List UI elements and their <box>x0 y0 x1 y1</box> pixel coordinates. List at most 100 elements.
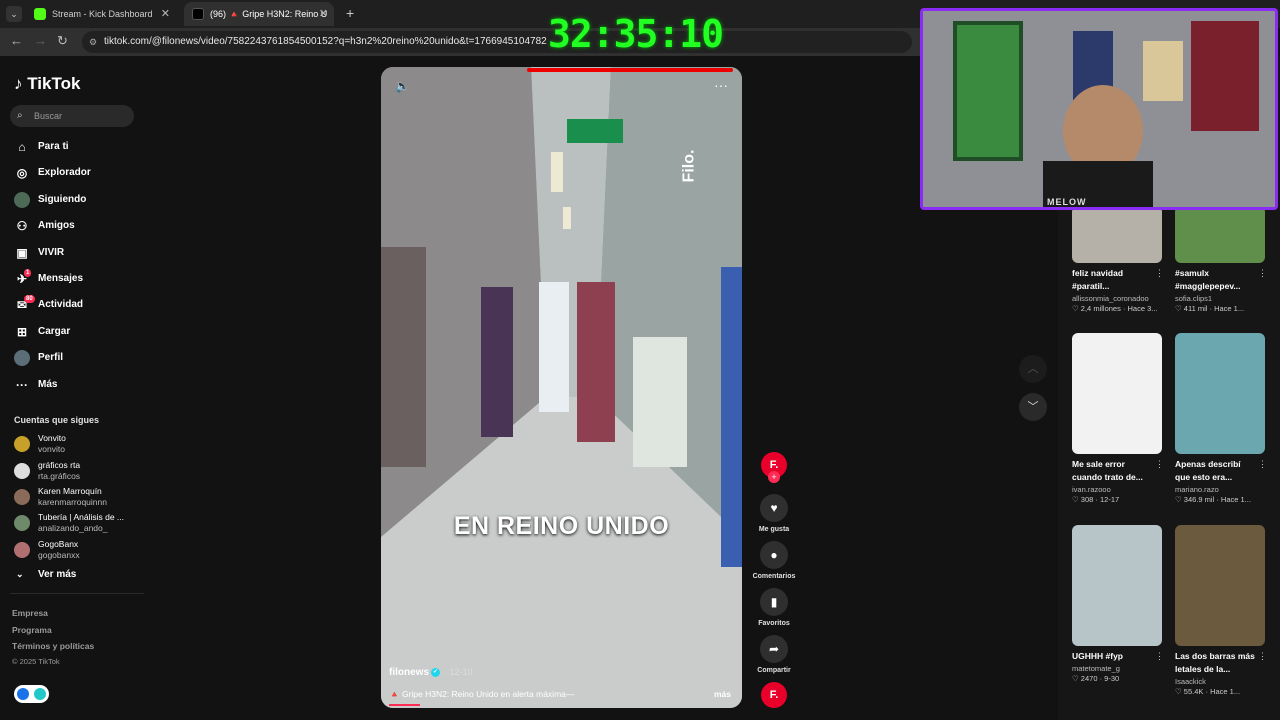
footer-link-empresa[interactable]: Empresa <box>12 608 48 618</box>
more-icon[interactable]: ⋮ <box>1258 459 1267 470</box>
nav-siguiendo[interactable]: Siguiendo <box>14 190 144 210</box>
chevron-down-icon: ⌄ <box>16 569 24 579</box>
heart-icon: ♥ <box>760 494 788 522</box>
video-caption-overlay: EN REINO UNIDO <box>453 512 670 540</box>
video-thumbnail <box>1072 333 1162 454</box>
forward-icon[interactable]: → <box>34 33 47 48</box>
video-top-progress <box>527 68 733 72</box>
tab-search-menu[interactable]: ⌄ <box>6 6 22 22</box>
messages-badge: 1 <box>24 269 32 277</box>
upload-icon: ⊞ <box>16 325 28 339</box>
video-player[interactable]: 🔈 ··· Filo. EN REINO UNIDO filonews ✓ · 12… <box>381 67 742 708</box>
close-tab-icon[interactable]: ✕ <box>161 2 170 26</box>
ver-mas-button[interactable]: ⌄ Ver más <box>14 569 76 580</box>
nav-vivir[interactable]: ▣ VIVIR <box>14 243 144 263</box>
chevron-down-icon: ﹀ <box>1027 401 1039 413</box>
more-description-button[interactable]: más <box>714 689 731 699</box>
nav-cargar[interactable]: ⊞ Cargar <box>14 322 144 342</box>
comments-button[interactable]: ● Comentarios <box>750 541 798 580</box>
next-video-button[interactable]: ﹀ <box>1019 393 1047 421</box>
recommended-video-card[interactable]: ⋮ Apenas describí que esto era... marian… <box>1175 333 1267 504</box>
chevron-up-icon: ︿ <box>1027 363 1039 375</box>
follow-plus-icon[interactable]: + <box>768 471 780 483</box>
reload-icon[interactable]: ↻ <box>57 33 68 49</box>
tiktok-note-icon: ♪ <box>14 74 23 93</box>
recommended-video-card[interactable]: ⋮ feliz navidad #paratil... allissonmia_… <box>1072 206 1164 313</box>
tab-tiktok[interactable]: (96) 🔺 Gripe H3N2: Reino U ✕ <box>184 2 334 26</box>
following-account[interactable]: Tubería | Análisis de ... analizando_ando… <box>14 511 144 535</box>
nav-perfil[interactable]: Perfil <box>14 348 144 368</box>
verified-icon: ✓ <box>431 667 441 677</box>
tab-title: (96) 🔺 Gripe H3N2: Reino U <box>210 9 328 19</box>
webcam-label: MELOW <box>1047 197 1087 207</box>
address-bar[interactable]: ⚙ tiktok.com/@filonews/video/75822437618… <box>82 31 912 53</box>
video-progress-bar[interactable] <box>389 704 420 706</box>
more-icon[interactable]: ⋮ <box>1155 268 1164 279</box>
video-watermark: Filo. <box>680 149 698 183</box>
favorites-button[interactable]: ▮ Favoritos <box>750 588 798 627</box>
extension-icon <box>34 688 46 700</box>
following-account[interactable]: GogoBanx gogobanxx <box>14 538 144 562</box>
video-thumbnail <box>1175 206 1265 263</box>
following-account[interactable]: Karen Marroquín karenmarroquinnn <box>14 485 144 509</box>
recommended-video-card[interactable]: ⋮ Las dos barras más letales de la... Is… <box>1175 525 1267 696</box>
share-icon: ➦ <box>760 635 788 663</box>
webcam-overlay: MELOW <box>920 8 1278 210</box>
more-icon[interactable]: ⋮ <box>1155 651 1164 662</box>
following-account[interactable]: gráficos rta rta.gráficos <box>14 459 144 483</box>
bookmark-icon: ▮ <box>760 588 788 616</box>
nav-para-ti[interactable]: ⌂ Para ti <box>14 137 144 157</box>
live-icon: ▣ <box>16 246 28 260</box>
following-account[interactable]: Vonvito vonvito <box>14 432 144 456</box>
home-icon: ⌂ <box>18 140 26 154</box>
webcam-feed <box>923 11 1275 207</box>
comment-icon: ● <box>760 541 788 569</box>
profile-icon <box>14 350 30 366</box>
tiktok-logo[interactable]: ♪ TikTok <box>14 74 80 94</box>
music-avatar-button[interactable]: F. <box>750 682 798 708</box>
avatar <box>14 489 30 505</box>
nav-mensajes[interactable]: ✈ 1 Mensajes <box>14 269 144 289</box>
more-icon: ··· <box>16 378 28 392</box>
back-icon[interactable]: ← <box>10 33 23 48</box>
nav-actividad[interactable]: ✉ 80 Actividad <box>14 295 144 315</box>
divider <box>10 593 144 594</box>
more-icon[interactable]: ⋮ <box>1258 651 1267 662</box>
video-thumbnail <box>1072 525 1162 646</box>
following-icon <box>14 192 30 208</box>
video-author[interactable]: filonews ✓ · 12-10 <box>389 667 473 678</box>
video-thumbnail <box>1072 206 1162 263</box>
video-thumbnail <box>1175 333 1265 454</box>
avatar <box>14 463 30 479</box>
footer-link-programa[interactable]: Programa <box>12 625 52 635</box>
friends-icon: ⚇ <box>16 219 28 233</box>
tab-kick-dashboard[interactable]: Stream - Kick Dashboard ✕ <box>26 2 176 26</box>
search-input[interactable]: ⌕ Buscar <box>10 105 134 127</box>
close-tab-icon[interactable]: ✕ <box>319 2 328 26</box>
copyright: © 2025 TikTok <box>12 657 60 666</box>
volume-icon[interactable]: 🔈 <box>395 79 410 93</box>
recommended-video-card[interactable]: ⋮ Me sale error cuando trato de... ivan.… <box>1072 333 1164 504</box>
video-thumbnail <box>1175 525 1265 646</box>
more-icon[interactable]: ⋮ <box>1258 268 1267 279</box>
nav-explorador[interactable]: ◎ Explorador <box>14 163 144 183</box>
nav-mas[interactable]: ··· Más <box>14 375 144 395</box>
more-icon[interactable]: ⋮ <box>1155 459 1164 470</box>
author-avatar-button[interactable]: F. + <box>750 452 798 483</box>
video-date: · 12-10 <box>444 667 473 677</box>
extension-widget[interactable] <box>14 685 49 703</box>
new-tab-button[interactable]: + <box>346 5 354 21</box>
more-options-icon[interactable]: ··· <box>714 77 728 93</box>
previous-video-button[interactable]: ︿ <box>1019 355 1047 383</box>
kick-favicon-icon <box>34 8 46 20</box>
share-button[interactable]: ➦ Compartir <box>750 635 798 674</box>
recommended-video-card[interactable]: ⋮ #samulx #magglepepev... sofia.clips1 ♡… <box>1175 206 1267 313</box>
author-name: filonews <box>389 667 430 678</box>
site-info-icon[interactable]: ⚙ <box>89 31 97 53</box>
footer-link-terminos[interactable]: Términos y políticas <box>12 641 94 651</box>
tiktok-favicon-icon <box>192 8 204 20</box>
browser-navbar: ← → ↻ ⚙ tiktok.com/@filonews/video/75822… <box>0 28 920 56</box>
nav-amigos[interactable]: ⚇ Amigos <box>14 216 144 236</box>
like-button[interactable]: ♥ Me gusta <box>750 494 798 533</box>
recommended-video-card[interactable]: ⋮ UGHHH #fyp matetomate_g ♡ 2470 · 9-30 <box>1072 525 1164 683</box>
